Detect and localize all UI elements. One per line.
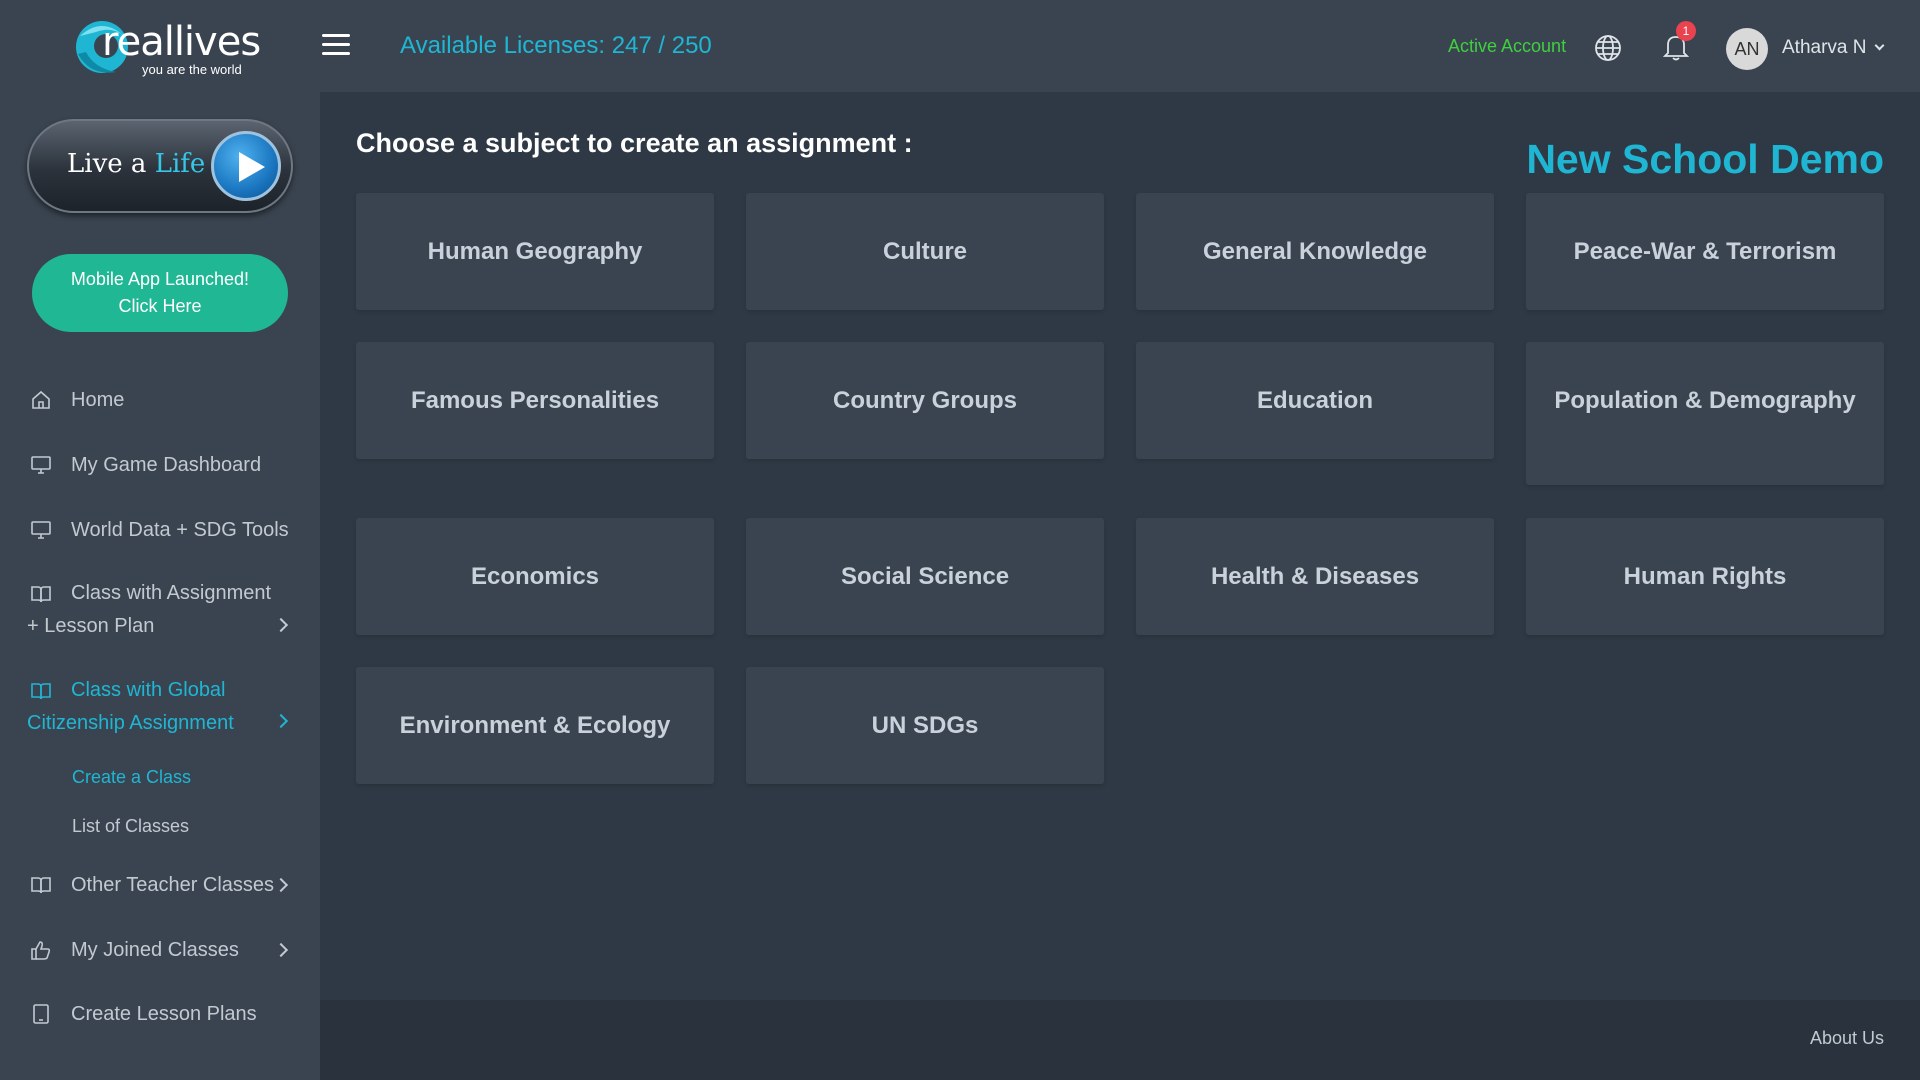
subject-card-social-science[interactable]: Social Science: [746, 518, 1104, 635]
subject-card-un-sdgs[interactable]: UN SDGs: [746, 667, 1104, 784]
sidebar-item-label: Home: [71, 389, 125, 411]
footer: [320, 1000, 1920, 1080]
subject-card-culture[interactable]: Culture: [746, 193, 1104, 310]
reallives-logo[interactable]: reallives you are the world: [72, 14, 262, 80]
logo-wordmark: reallives: [102, 19, 261, 65]
monitor-icon: [31, 521, 51, 539]
school-name: New School Demo: [1526, 136, 1884, 182]
subject-card-economics[interactable]: Economics: [356, 518, 714, 635]
mobile-app-line2: Click Here: [118, 296, 202, 316]
home-icon: [32, 390, 50, 409]
globe-icon[interactable]: [1594, 34, 1622, 62]
subject-card-population-demography[interactable]: Population & Demography: [1526, 342, 1884, 485]
subject-card-human-geography[interactable]: Human Geography: [356, 193, 714, 310]
subitem-create-class[interactable]: Create a Class: [72, 767, 191, 788]
book-open-icon: [31, 877, 51, 894]
sidebar-item-class-assignment[interactable]: Class with Assignment + Lesson Plan: [0, 582, 320, 643]
user-name-dropdown[interactable]: Atharva N: [1782, 37, 1866, 59]
subject-card-human-rights[interactable]: Human Rights: [1526, 518, 1884, 635]
sidebar-item-label: Class with Assignment + Lesson Plan: [27, 582, 272, 637]
avatar[interactable]: AN: [1726, 28, 1768, 70]
subject-card-health-diseases[interactable]: Health & Diseases: [1136, 518, 1494, 635]
available-licenses: Available Licenses: 247 / 250: [400, 32, 712, 59]
sidebar-item-label: Class with Global Citizenship Assignment: [27, 679, 234, 734]
chevron-right-icon: [273, 877, 289, 893]
subject-card-general-knowledge[interactable]: General Knowledge: [1136, 193, 1494, 310]
live-a-life-label: Live a Life: [67, 149, 206, 179]
sidebar-item-label: My Game Dashboard: [71, 454, 262, 476]
sidebar-item-global-citizenship[interactable]: Class with Global Citizenship Assignment: [0, 679, 320, 740]
sidebar-item-label: Create Lesson Plans: [71, 1003, 257, 1025]
thumbs-up-icon: [31, 941, 51, 960]
account-status: Active Account: [1448, 36, 1567, 56]
subject-card-education[interactable]: Education: [1136, 342, 1494, 459]
notification-badge: 1: [1676, 21, 1696, 41]
sidebar-item-label: My Joined Classes: [71, 939, 239, 961]
mobile-app-button[interactable]: Mobile App Launched! Click Here: [32, 254, 288, 332]
monitor-icon: [31, 456, 51, 474]
sidebar-item-label: Other Teacher Classes: [71, 874, 275, 896]
about-us-link[interactable]: About Us: [1810, 1028, 1884, 1049]
sidebar-item-label: World Data + SDG Tools: [71, 519, 289, 541]
hamburger-menu-icon[interactable]: [322, 34, 352, 56]
page-title: Choose a subject to create an assignment…: [356, 128, 913, 158]
logo-tagline: you are the world: [142, 62, 242, 77]
subject-card-environment-ecology[interactable]: Environment & Ecology: [356, 667, 714, 784]
play-icon: [211, 131, 281, 201]
subject-card-country-groups[interactable]: Country Groups: [746, 342, 1104, 459]
sidebar: reallives you are the world Live a Life …: [0, 0, 320, 1080]
tablet-icon: [33, 1004, 49, 1024]
live-a-life-button[interactable]: Live a Life: [27, 119, 293, 213]
chevron-right-icon: [273, 942, 289, 958]
subject-card-peace-war-terrorism[interactable]: Peace-War & Terrorism: [1526, 193, 1884, 310]
subitem-list-classes[interactable]: List of Classes: [72, 816, 189, 837]
mobile-app-line1: Mobile App Launched!: [70, 269, 250, 289]
subject-card-famous-personalities[interactable]: Famous Personalities: [356, 342, 714, 459]
